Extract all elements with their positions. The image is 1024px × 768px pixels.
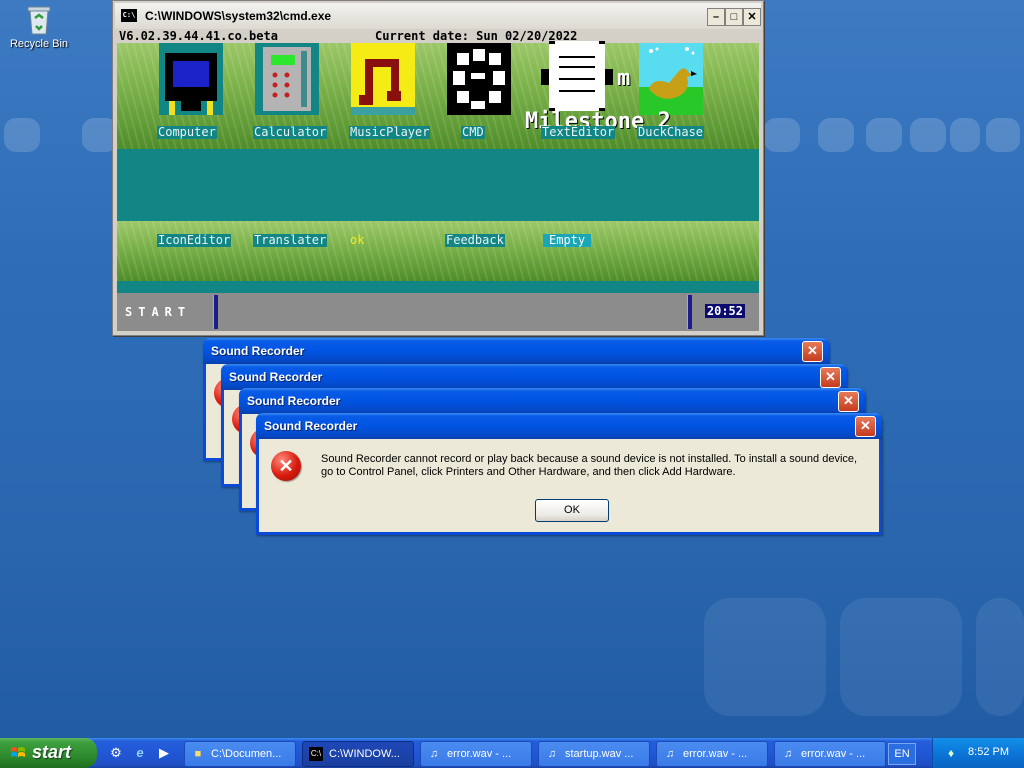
cmd-clock: 20:52 [704, 304, 745, 318]
windows-flag-icon [10, 745, 26, 761]
text-editor-icon[interactable] [541, 41, 613, 113]
cmd-app-icon[interactable] [447, 43, 511, 115]
maximize-button[interactable]: □ [725, 8, 743, 26]
language-indicator[interactable]: EN [888, 743, 916, 765]
taskbar-button-label: error.wav - ... [801, 748, 866, 760]
desktop-tile [764, 118, 800, 152]
start-bar-separator [687, 295, 692, 329]
sound-icon: ♫ [783, 748, 793, 760]
app-label-iconeditor[interactable]: IconEditor [157, 234, 232, 247]
taskbar-button-label: error.wav - ... [683, 748, 748, 760]
sound-icon: ♫ [429, 748, 439, 760]
taskbar-button[interactable]: ♫ error.wav - ... [774, 741, 886, 767]
taskbar-button-label: C:\Documen... [211, 748, 282, 760]
desktop-tile [910, 118, 946, 152]
recycle-bin-label: Recycle Bin [9, 38, 69, 50]
app-label-duckchase[interactable]: DuckChase [637, 126, 705, 139]
cmd-screen[interactable]: V6.02.39.44.41.co.beta Current date: Sun… [117, 29, 759, 331]
dialog-title: Sound Recorder [211, 344, 305, 358]
folder-icon: ■ [194, 748, 202, 760]
app-label-empty[interactable]: Empty [543, 234, 592, 247]
app-label-translater[interactable]: Translater [253, 234, 328, 247]
taskbar-button-label: C:\WINDOW... [329, 748, 400, 760]
desktop-tile [976, 598, 1024, 716]
desktop-tile [986, 118, 1020, 152]
taskbar: start ⚙ e ▶ ■ C:\Documen... C:\ C:\WINDO… [0, 738, 1024, 768]
dialog-title: Sound Recorder [229, 370, 323, 384]
taskbar-button[interactable]: ♫ startup.wav ... [538, 741, 650, 767]
version-text: V6.02.39.44.41.co.beta [119, 29, 278, 43]
sound-icon: ♫ [665, 748, 675, 760]
app-label-musicplayer[interactable]: MusicPlayer [349, 126, 431, 139]
start-label: start [32, 742, 72, 762]
app-label-texteditor[interactable]: TextEditor [541, 126, 616, 139]
cmd-top-bar: V6.02.39.44.41.co.beta Current date: Sun… [117, 29, 759, 43]
cmd-icon: C:\ [309, 747, 323, 761]
desktop-tile [704, 598, 826, 716]
taskbar-button-label: startup.wav ... [565, 748, 634, 760]
cmd-start-button[interactable]: START [125, 305, 191, 319]
desktop-tile [818, 118, 854, 152]
system-tray: ♦ 8:52 PM [932, 738, 1024, 768]
cmd-window-title: C:\WINDOWS\system32\cmd.exe [145, 9, 332, 23]
app-label-computer[interactable]: Computer [157, 126, 217, 139]
dialog-close-button[interactable]: ✕ [855, 416, 876, 437]
media-player-icon[interactable]: ▶ [156, 745, 172, 761]
dialog-title: Sound Recorder [264, 419, 358, 433]
dialog-close-button[interactable]: ✕ [820, 367, 841, 388]
error-icon: ✕ [271, 451, 301, 481]
cmd-window-icon: C:\ [121, 9, 137, 22]
music-player-icon[interactable] [351, 43, 415, 115]
recycle-bin-shortcut[interactable]: Recycle Bin [8, 4, 70, 50]
desktop-tile [840, 598, 962, 716]
cmd-title-bar[interactable]: C:\ C:\WINDOWS\system32\cmd.exe – □ ✕ [115, 3, 761, 29]
ok-button[interactable]: OK [535, 499, 609, 522]
m-glyph: m [617, 66, 631, 91]
duck-icon[interactable] [639, 43, 703, 115]
dialog-title: Sound Recorder [247, 394, 341, 408]
taskbar-button-active[interactable]: C:\ C:\WINDOW... [302, 741, 414, 767]
dialog-body: ✕ Sound Recorder cannot record or play b… [259, 439, 879, 532]
network-tray-icon[interactable]: ♦ [943, 745, 959, 761]
close-button[interactable]: ✕ [743, 8, 761, 26]
taskbar-button[interactable]: ♫ error.wav - ... [656, 741, 768, 767]
sound-icon: ♫ [547, 748, 557, 760]
dialog-close-button[interactable]: ✕ [838, 391, 859, 412]
start-bar-separator [213, 295, 218, 329]
taskbar-button[interactable]: ■ C:\Documen... [184, 741, 296, 767]
quick-launch-show-desktop-icon[interactable]: ⚙ [108, 745, 124, 761]
cmd-window[interactable]: C:\ C:\WINDOWS\system32\cmd.exe – □ ✕ V6… [112, 0, 764, 336]
dialog-title-bar[interactable]: Sound Recorder ✕ [221, 364, 847, 390]
desktop-tile [950, 118, 980, 152]
taskbar-button[interactable]: ♫ error.wav - ... [420, 741, 532, 767]
computer-icon[interactable] [159, 43, 223, 115]
dialog-message: Sound Recorder cannot record or play bac… [321, 453, 858, 478]
desktop-tile [4, 118, 40, 152]
dialog-title-bar[interactable]: Sound Recorder ✕ [256, 413, 882, 439]
taskbar-button-label: error.wav - ... [447, 748, 512, 760]
internet-explorer-icon[interactable]: e [132, 745, 148, 761]
start-button[interactable]: start [0, 738, 97, 768]
app-label-cmd[interactable]: CMD [461, 126, 485, 139]
dialog-title-bar[interactable]: Sound Recorder ✕ [239, 388, 865, 414]
wallpaper-grass [117, 221, 759, 281]
calculator-icon[interactable] [255, 43, 319, 115]
app-label-calculator[interactable]: Calculator [253, 126, 328, 139]
dialog-title-bar[interactable]: Sound Recorder ✕ [203, 338, 829, 364]
sound-recorder-dialog-active[interactable]: Sound Recorder ✕ ✕ Sound Recorder cannot… [256, 413, 882, 535]
app-label-ok[interactable]: ok [349, 234, 365, 247]
minimize-button[interactable]: – [707, 8, 725, 26]
desktop-tile [866, 118, 902, 152]
recycle-bin-icon [24, 4, 54, 36]
cmd-start-bar: START 20:52 [117, 293, 759, 331]
app-label-feedback[interactable]: Feedback [445, 234, 505, 247]
dialog-close-button[interactable]: ✕ [802, 341, 823, 362]
taskbar-clock[interactable]: 8:52 PM [968, 746, 1009, 758]
